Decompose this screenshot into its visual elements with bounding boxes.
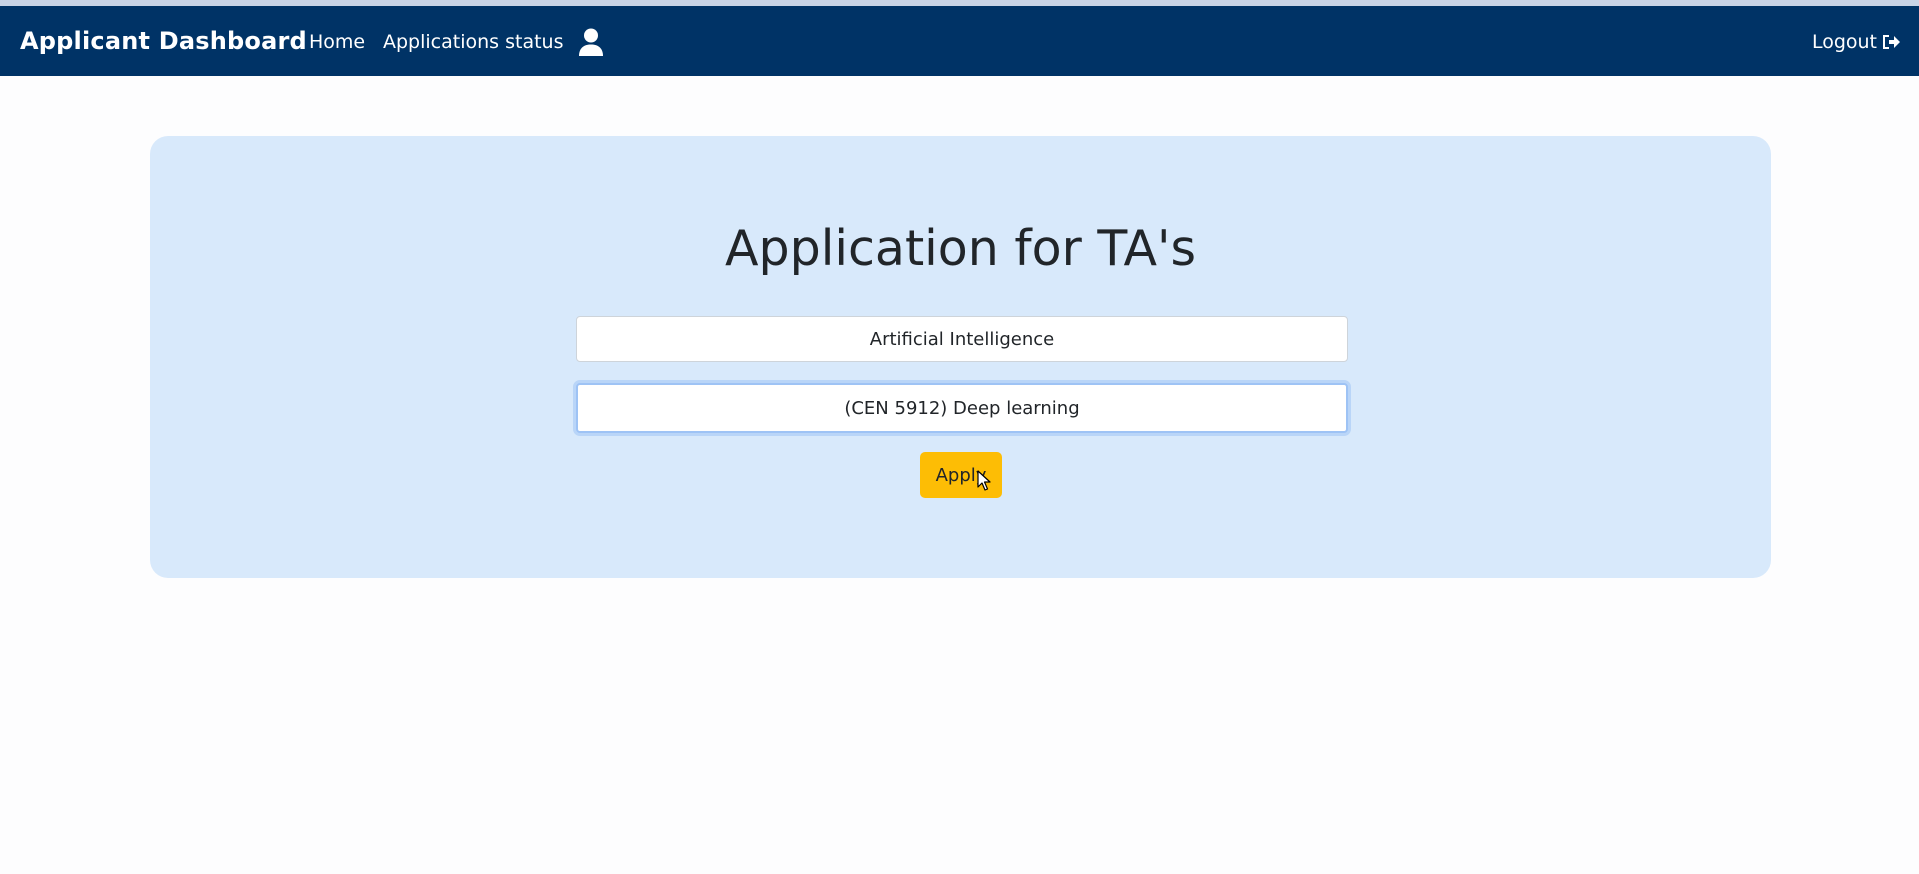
sign-out-icon bbox=[1883, 35, 1900, 49]
nav-link-home[interactable]: Home bbox=[309, 31, 365, 53]
logout-button[interactable]: Logout bbox=[1812, 31, 1901, 53]
navbar: Applicant Dashboard Home Applications st… bbox=[0, 6, 1919, 76]
nav-link-applications-status[interactable]: Applications status bbox=[383, 31, 563, 53]
logout-label: Logout bbox=[1811, 31, 1877, 53]
subject-field[interactable] bbox=[576, 316, 1348, 362]
course-field[interactable] bbox=[576, 383, 1348, 433]
user-icon[interactable] bbox=[578, 28, 604, 56]
page-title: Application for TA's bbox=[725, 220, 1196, 277]
mouse-cursor-icon bbox=[977, 470, 991, 491]
brand-title[interactable]: Applicant Dashboard bbox=[20, 27, 307, 55]
application-card: Application for TA's Apply bbox=[150, 136, 1771, 578]
